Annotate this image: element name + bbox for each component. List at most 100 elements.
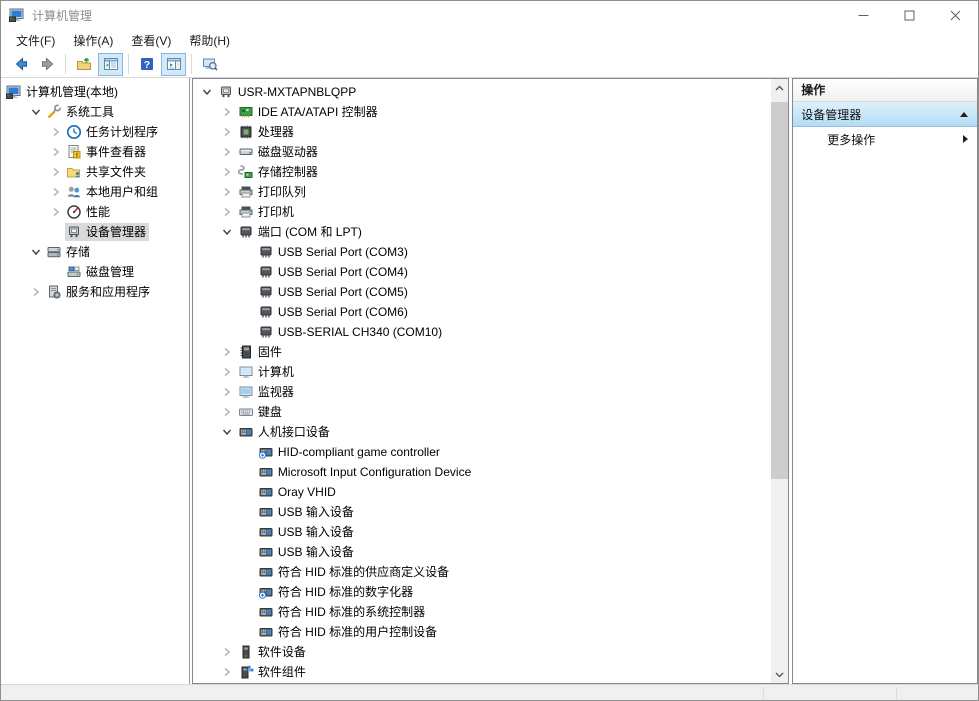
tree-item[interactable]: 系统工具 [1,102,189,122]
device-item[interactable]: HID-compliant game controller [193,442,771,462]
device-item[interactable]: USB 输入设备 [193,522,771,542]
chevron-slot [238,284,257,300]
chevron-right-icon[interactable] [46,184,65,200]
vertical-scrollbar[interactable] [771,79,788,683]
chevron-down-icon[interactable] [218,224,237,240]
scan-hardware-changes-button[interactable] [197,53,222,76]
chevron-right-icon[interactable] [218,104,237,120]
chevron-right-icon[interactable] [46,204,65,220]
chevron-right-icon[interactable] [218,404,237,420]
show-action-pane-button[interactable] [161,53,186,76]
device-item[interactable]: USB Serial Port (COM6) [193,302,771,322]
tree-item-label: 本地用户和组 [86,184,158,200]
device-item[interactable]: 人机接口设备 [193,422,771,442]
device-item[interactable]: 键盘 [193,402,771,422]
scroll-up-button[interactable] [771,79,788,96]
eventvwr-icon [66,144,82,160]
chevron-right-icon[interactable] [218,164,237,180]
device-item[interactable]: USB 输入设备 [193,502,771,522]
tree-item[interactable]: 共享文件夹 [1,162,189,182]
chevron-down-icon[interactable] [26,104,45,120]
tree-item[interactable]: 性能 [1,202,189,222]
up-one-level-button[interactable] [71,53,96,76]
chevron-right-icon[interactable] [218,344,237,360]
diskmgmt-icon [66,264,82,280]
chevron-right-icon[interactable] [218,664,237,680]
chevron-right-icon[interactable] [46,164,65,180]
device-item[interactable]: 符合 HID 标准的数字化器 [193,582,771,602]
tree-item[interactable]: 磁盘管理 [1,262,189,282]
chevron-slot [238,504,257,520]
device-item-label: 符合 HID 标准的用户控制设备 [278,624,437,640]
device-item[interactable]: Oray VHID [193,482,771,502]
device-item[interactable]: USB 输入设备 [193,542,771,562]
close-button[interactable] [932,1,978,29]
chevron-down-icon[interactable] [198,84,217,100]
device-item[interactable]: 符合 HID 标准的用户控制设备 [193,622,771,642]
menu-item[interactable]: 文件(F) [7,29,64,52]
device-item[interactable]: Microsoft Input Configuration Device [193,462,771,482]
scroll-down-button[interactable] [771,666,788,683]
storage-icon [46,244,62,260]
tree-item[interactable]: 服务和应用程序 [1,282,189,302]
chevron-right-icon[interactable] [218,644,237,660]
menu-item[interactable]: 查看(V) [122,29,180,52]
device-item[interactable]: 固件 [193,342,771,362]
chevron-right-icon[interactable] [218,144,237,160]
device-item[interactable]: 磁盘驱动器 [193,142,771,162]
device-item-label: Microsoft Input Configuration Device [278,464,471,480]
tree-item[interactable]: 计算机管理(本地) [1,82,189,102]
tree-item[interactable]: 存储 [1,242,189,262]
collapse-group-icon[interactable] [960,112,968,117]
chevron-down-icon[interactable] [26,244,45,260]
device-item[interactable]: 端口 (COM 和 LPT) [193,222,771,242]
tree-item[interactable]: 设备管理器 [1,222,189,242]
chevron-right-icon[interactable] [46,124,65,140]
device-item[interactable]: 打印队列 [193,182,771,202]
chevron-right-icon[interactable] [218,204,237,220]
forward-icon [40,56,56,72]
device-item[interactable]: USB Serial Port (COM5) [193,282,771,302]
show-console-tree-button[interactable] [98,53,123,76]
scrollbar-thumb[interactable] [771,102,788,479]
menu-item[interactable]: 操作(A) [64,29,122,52]
chevron-right-icon[interactable] [218,364,237,380]
chevron-right-icon[interactable] [218,184,237,200]
help-button[interactable]: ? [134,53,159,76]
device-item[interactable]: 软件组件 [193,662,771,682]
chevron-right-icon[interactable] [218,384,237,400]
device-item[interactable]: 计算机 [193,362,771,382]
hid-icon [258,604,274,620]
back-button[interactable] [8,53,33,76]
tree-item[interactable]: 事件查看器 [1,142,189,162]
more-actions-item[interactable]: 更多操作 [793,127,977,151]
tree-item[interactable]: 任务计划程序 [1,122,189,142]
device-item[interactable]: 监视器 [193,382,771,402]
perf-icon [66,204,82,220]
chevron-right-icon[interactable] [46,144,65,160]
svg-text:?: ? [143,59,149,71]
device-item[interactable]: USB Serial Port (COM3) [193,242,771,262]
device-item[interactable]: USB Serial Port (COM4) [193,262,771,282]
chevron-right-icon[interactable] [218,124,237,140]
device-item[interactable]: IDE ATA/ATAPI 控制器 [193,102,771,122]
device-item[interactable]: 符合 HID 标准的供应商定义设备 [193,562,771,582]
maximize-button[interactable] [886,1,932,29]
device-item[interactable]: USB-SERIAL CH340 (COM10) [193,322,771,342]
minimize-button[interactable] [840,1,886,29]
forward-button[interactable] [35,53,60,76]
device-item[interactable]: 符合 HID 标准的系统控制器 [193,602,771,622]
tree-item-label: 存储 [66,244,90,260]
tree-item[interactable]: 本地用户和组 [1,182,189,202]
menu-item[interactable]: 帮助(H) [180,29,239,52]
chevron-down-icon[interactable] [218,424,237,440]
hid-icon [258,524,274,540]
device-item[interactable]: 软件设备 [193,642,771,662]
chevron-right-icon[interactable] [26,284,45,300]
device-item[interactable]: 处理器 [193,122,771,142]
actions-group-device-manager[interactable]: 设备管理器 [793,102,977,127]
device-item[interactable]: USR-MXTAPNBLQPP [193,82,771,102]
help-icon: ? [139,56,155,72]
device-item[interactable]: 存储控制器 [193,162,771,182]
device-item[interactable]: 打印机 [193,202,771,222]
